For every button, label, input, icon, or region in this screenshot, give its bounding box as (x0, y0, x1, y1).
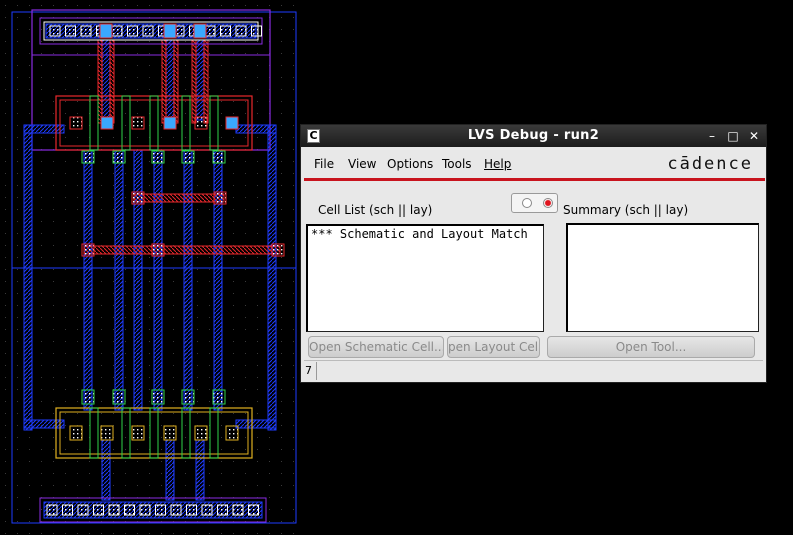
diff-contact (81, 150, 95, 164)
rail-contact (108, 504, 120, 516)
maximize-icon[interactable]: □ (725, 128, 741, 144)
nmos-contact (225, 425, 239, 441)
poly-contact (271, 243, 285, 257)
rail-contact (80, 25, 92, 37)
rail-contact (124, 504, 135, 516)
summary-label: Summary (sch || lay) (563, 203, 689, 217)
menu-file[interactable]: File (314, 157, 334, 171)
rail-contact (62, 504, 73, 516)
nmos-contact (100, 425, 114, 441)
menu-view[interactable]: View (348, 157, 376, 171)
rail-contact (65, 25, 76, 37)
rail-contact (111, 25, 123, 37)
diff-contact (181, 150, 195, 164)
rail-contact (142, 25, 154, 37)
poly-contact (81, 243, 95, 257)
status-separator (316, 362, 317, 380)
radio-off-icon[interactable] (522, 198, 532, 208)
rail-contact (217, 504, 228, 516)
rail-contact (248, 504, 259, 516)
menu-help[interactable]: Help (484, 157, 511, 171)
rail-contact (93, 504, 104, 516)
summary-box[interactable] (566, 223, 759, 332)
minimize-icon[interactable]: – (704, 128, 720, 144)
nmos-contact (194, 425, 208, 441)
gate-contact (193, 23, 207, 39)
radio-selected-icon[interactable] (543, 198, 553, 208)
open-layout-cell-button[interactable]: pen Layout Cell (447, 336, 540, 358)
rail-contact (139, 504, 151, 516)
nmos-contact (131, 425, 145, 441)
rail-contact (186, 504, 197, 516)
pmos-contact (100, 116, 114, 130)
rail-contact (127, 25, 138, 37)
poly-contact (213, 191, 227, 205)
menu-bar: File View Options Tools Help cādence (304, 151, 763, 177)
gate-contact (99, 23, 113, 39)
cell-list-item[interactable]: *** Schematic and Layout Match (311, 227, 528, 241)
pmos-contact (225, 116, 239, 130)
view-toggle[interactable] (511, 193, 558, 213)
nmos-contact (69, 425, 83, 441)
rail-contact (170, 504, 182, 516)
rail-contact (235, 25, 247, 37)
diff-contact (112, 150, 126, 164)
diff-contact (212, 389, 226, 405)
menu-tools[interactable]: Tools (442, 157, 472, 171)
cell-list-box[interactable]: *** Schematic and Layout Match (306, 224, 544, 332)
window-title: LVS Debug - run2 (467, 128, 600, 143)
rail-contact (77, 504, 89, 516)
rail-contact (49, 25, 61, 37)
rail-contact (220, 25, 231, 37)
close-icon[interactable]: ✕ (746, 128, 762, 144)
pmos-contact (194, 116, 208, 130)
diff-contact (112, 389, 126, 405)
gnd-rail (39, 497, 267, 523)
pmos-contact (163, 116, 177, 130)
open-tool-button[interactable]: Open Tool... (547, 336, 755, 358)
rail-contact (251, 25, 262, 37)
status-count: 7 (305, 364, 312, 377)
menu-options[interactable]: Options (387, 157, 433, 171)
pmos-contact (69, 116, 83, 130)
brand-divider (304, 178, 765, 181)
rail-contact (232, 504, 244, 516)
diff-contact (151, 150, 165, 164)
open-schematic-cell-button[interactable]: Open Schematic Cell... (308, 336, 444, 358)
diff-contact (81, 389, 95, 405)
diff-contact (151, 389, 165, 405)
nmos-contact (163, 425, 177, 441)
status-bar: 7 (304, 360, 763, 381)
gate-contact (163, 23, 177, 39)
cadence-logo: cādence (667, 154, 753, 174)
layout-canvas[interactable] (0, 0, 300, 535)
rail-contact (201, 504, 213, 516)
poly-contact (131, 191, 145, 205)
rail-contact (155, 504, 166, 516)
diff-contact (181, 389, 195, 405)
diff-contact (212, 150, 226, 164)
cell-list-label: Cell List (sch || lay) (318, 203, 433, 217)
title-bar[interactable]: C LVS Debug - run2 – □ ✕ (301, 125, 766, 147)
lvs-debug-window: C LVS Debug - run2 – □ ✕ File View Optio… (300, 124, 767, 383)
rail-contact (46, 504, 58, 516)
pmos-contact (131, 116, 145, 130)
poly-contact (151, 243, 165, 257)
